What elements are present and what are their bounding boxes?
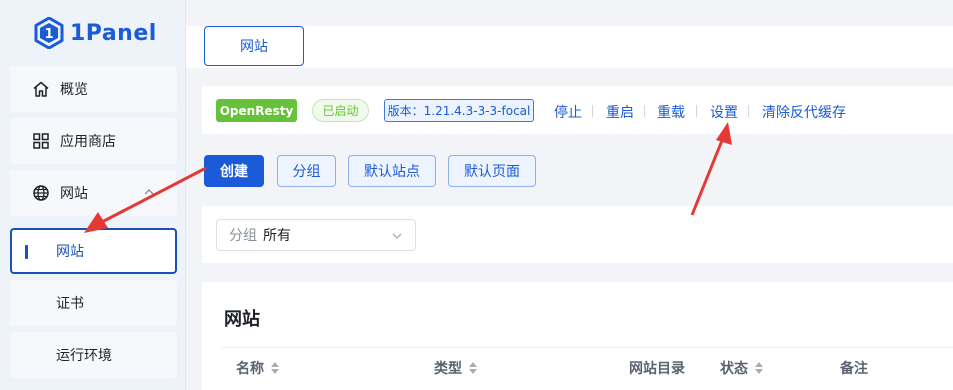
chevron-down-icon — [392, 233, 402, 239]
sidebar-item-overview[interactable]: 概览 — [10, 66, 177, 112]
create-button[interactable]: 创建 — [204, 155, 264, 187]
grid-icon — [32, 132, 50, 150]
status-badge: 已启动 — [312, 99, 369, 122]
sort-icon — [271, 362, 279, 374]
brand-logo[interactable]: 1 1Panel — [34, 14, 157, 52]
sidebar-item-label: 证书 — [56, 296, 84, 312]
sidebar-item-website-list[interactable]: 网站 — [10, 228, 177, 274]
tab-websites[interactable]: 网站 — [204, 26, 304, 66]
sort-icon — [755, 362, 763, 374]
divider — [222, 347, 953, 348]
column-header-status[interactable]: 状态 — [720, 358, 764, 378]
arrow-to-settings-icon — [690, 122, 732, 216]
globe-icon — [32, 184, 50, 202]
sidebar-item-label: 网站 — [60, 186, 88, 202]
default-site-button[interactable]: 默认站点 — [348, 155, 436, 187]
sidebar-item-label: 应用商店 — [60, 134, 116, 150]
sidebar-item-label: 概览 — [60, 82, 88, 98]
svg-text:1: 1 — [44, 27, 53, 42]
logo-icon: 1 — [34, 17, 64, 49]
default-page-button[interactable]: 默认页面 — [448, 155, 536, 187]
active-indicator — [25, 245, 28, 259]
settings-button[interactable]: 设置 — [710, 102, 738, 122]
brand-name: 1Panel — [70, 20, 157, 46]
restart-button[interactable]: 重启 — [606, 102, 634, 122]
sort-icon — [469, 362, 477, 374]
column-label: 网站目录 — [629, 361, 685, 377]
sidebar-item-label: 网站 — [56, 244, 84, 260]
sidebar-item-websites[interactable]: 网站 — [10, 170, 177, 216]
divider — [644, 105, 645, 117]
group-select[interactable]: 分组 所有 — [216, 219, 416, 251]
column-label: 名称 — [236, 361, 264, 377]
sidebar: 1 1Panel 概览 应用商店 网站 网站 证书 运行环境 — [0, 0, 186, 390]
divider — [592, 105, 593, 117]
group-select-value: 所有 — [263, 228, 291, 244]
table-title: 网站 — [224, 309, 260, 330]
column-label: 类型 — [434, 361, 462, 377]
sidebar-item-runtime[interactable]: 运行环境 — [10, 332, 177, 378]
sidebar-item-certificates[interactable]: 证书 — [10, 280, 177, 326]
column-header-directory: 网站目录 — [629, 358, 685, 378]
column-header-name[interactable]: 名称 — [236, 358, 280, 378]
reload-button[interactable]: 重载 — [657, 102, 685, 122]
column-label: 状态 — [720, 361, 748, 377]
version-badge: 版本：1.21.4.3-3-3-focal — [384, 99, 534, 122]
divider — [696, 105, 697, 117]
group-button[interactable]: 分组 — [277, 155, 336, 187]
sidebar-item-label: 运行环境 — [56, 348, 112, 364]
column-header-remark: 备注 — [840, 358, 868, 378]
column-label: 备注 — [840, 361, 868, 377]
divider — [748, 105, 749, 117]
stop-button[interactable]: 停止 — [554, 102, 582, 122]
home-icon — [32, 80, 50, 98]
clear-proxy-cache-button[interactable]: 清除反代缓存 — [762, 102, 846, 122]
group-select-label: 分组 — [229, 228, 257, 244]
sidebar-item-app-store[interactable]: 应用商店 — [10, 118, 177, 164]
app-name-badge: OpenResty — [216, 99, 297, 122]
column-header-type[interactable]: 类型 — [434, 358, 478, 378]
chevron-up-icon — [144, 189, 154, 195]
